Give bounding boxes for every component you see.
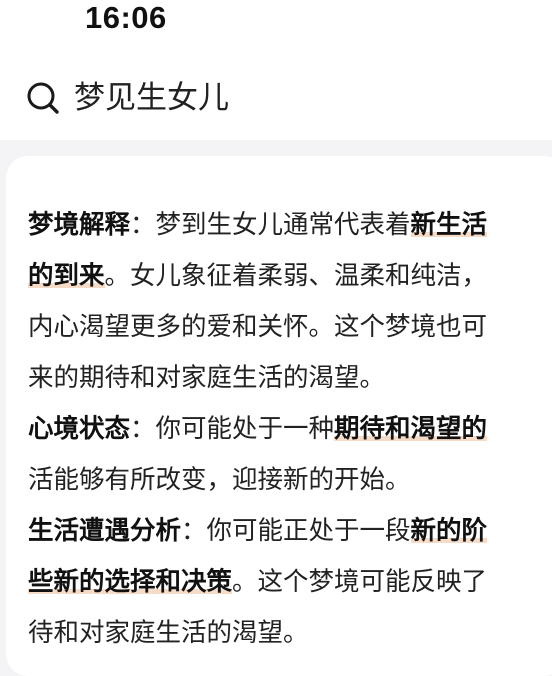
answer-segment: ：你可能处于一种 [130, 414, 335, 444]
highlighted-keyword: 的到来 [28, 261, 105, 291]
answer-segment: ：梦到生女儿通常代表着 [130, 210, 411, 240]
answer-card: 梦境解释：梦到生女儿通常代表着新生活 的到来。女儿象征着柔弱、温柔和纯洁， 内心渴望… [6, 156, 552, 676]
answer-segment: ：你可能正处于一段 [181, 516, 411, 546]
answer-line: 来的期待和对家庭生活的渴望。 [28, 353, 552, 404]
status-bar: 16:06 [0, 0, 552, 48]
answer-line: 活能够有所改变，迎接新的开始。 [28, 455, 552, 506]
highlighted-keyword: 新的阶 [410, 516, 488, 546]
answer-segment: 。女儿象征着柔弱、温柔和纯洁， [104, 261, 488, 291]
answer-line: 些新的选择和决策。这个梦境可能反映了 [28, 557, 552, 608]
answer-text: 梦境解释：梦到生女儿通常代表着新生活 的到来。女儿象征着柔弱、温柔和纯洁， 内心渴望… [28, 200, 552, 659]
answer-line: 梦境解释：梦到生女儿通常代表着新生活 [28, 200, 552, 251]
answer-line: 生活遭遇分析：你可能正处于一段新的阶 [28, 506, 552, 557]
search-bar[interactable]: 梦见生女儿 [0, 48, 552, 140]
search-icon[interactable] [26, 81, 60, 115]
highlighted-keyword: 新生活 [410, 210, 488, 240]
status-time: 16:06 [85, 0, 167, 35]
answer-segment: 活能够有所改变，迎接新的开始。 [28, 465, 411, 495]
highlighted-keyword: 些新的选择和决策 [28, 567, 233, 597]
highlighted-keyword: 期待和渴望的 [334, 414, 488, 444]
answer-segment: 来的期待和对家庭生活的渴望。 [28, 363, 386, 393]
answer-segment: 内心渴望更多的爱和关怀。这个梦境也可 [28, 312, 488, 342]
answer-segment: 待和对家庭生活的渴望。 [28, 618, 309, 648]
section-heading: 心境状态 [28, 414, 131, 444]
answer-segment: 。这个梦境可能反映了 [232, 567, 488, 597]
search-query[interactable]: 梦见生女儿 [74, 76, 229, 120]
answer-line: 心境状态：你可能处于一种期待和渴望的 [28, 404, 552, 455]
answer-line: 内心渴望更多的爱和关怀。这个梦境也可 [28, 302, 552, 353]
answer-line: 的到来。女儿象征着柔弱、温柔和纯洁， [28, 251, 552, 302]
answer-line: 待和对家庭生活的渴望。 [28, 608, 552, 659]
section-heading: 梦境解释 [28, 210, 131, 240]
section-heading: 生活遭遇分析 [28, 516, 182, 546]
